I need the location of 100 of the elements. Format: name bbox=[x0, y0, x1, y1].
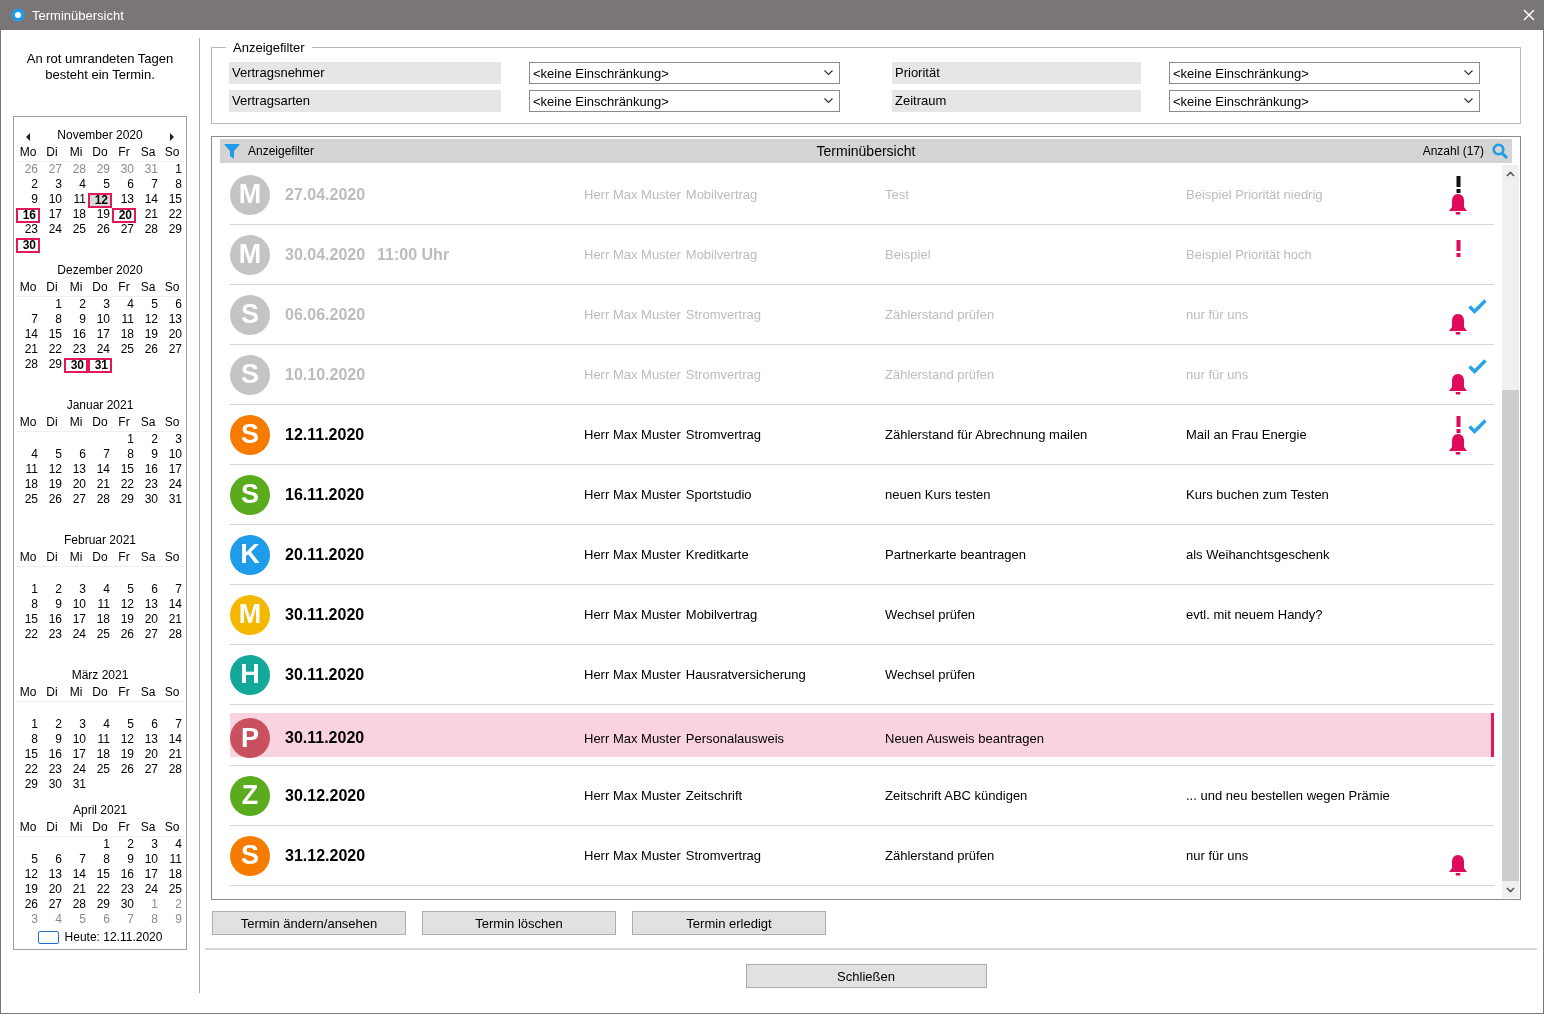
calendar-day[interactable]: 29 bbox=[160, 223, 184, 238]
calendar-day[interactable]: 12 bbox=[88, 193, 112, 208]
calendar-day[interactable]: 31 bbox=[88, 358, 112, 373]
calendar-day[interactable]: 15 bbox=[88, 868, 112, 883]
calendar-day[interactable]: 25 bbox=[16, 493, 40, 508]
calendar-day[interactable]: 7 bbox=[64, 853, 88, 868]
calendar-day[interactable]: 5 bbox=[112, 718, 136, 733]
calendar-day[interactable]: 27 bbox=[64, 493, 88, 508]
calendar-day[interactable]: 21 bbox=[160, 748, 184, 763]
action-button[interactable]: Termin löschen bbox=[422, 911, 616, 935]
calendar-day[interactable]: 10 bbox=[40, 193, 64, 208]
calendar-day[interactable]: 2 bbox=[64, 298, 88, 313]
calendar-day[interactable]: 29 bbox=[112, 493, 136, 508]
calendar-day[interactable]: 1 bbox=[40, 298, 64, 313]
calendar-day[interactable]: 23 bbox=[136, 478, 160, 493]
calendar-day[interactable]: 3 bbox=[88, 298, 112, 313]
calendar-day[interactable]: 11 bbox=[16, 463, 40, 478]
calendar-day[interactable]: 11 bbox=[112, 313, 136, 328]
calendar-day[interactable]: 18 bbox=[88, 748, 112, 763]
calendar-day[interactable]: 26 bbox=[16, 898, 40, 913]
calendar-day[interactable]: 20 bbox=[136, 748, 160, 763]
calendar-day[interactable]: 23 bbox=[112, 883, 136, 898]
calendar-day[interactable]: 4 bbox=[112, 298, 136, 313]
calendar-day[interactable]: 3 bbox=[16, 913, 40, 928]
calendar-day[interactable]: 21 bbox=[160, 613, 184, 628]
calendar-day[interactable]: 28 bbox=[136, 223, 160, 238]
calendar-day[interactable]: 27 bbox=[40, 898, 64, 913]
calendar-day[interactable]: 16 bbox=[136, 463, 160, 478]
calendar-day[interactable]: 5 bbox=[64, 913, 88, 928]
calendar-day[interactable]: 22 bbox=[40, 343, 64, 358]
filter-dropdown[interactable]: <keine Einschränkung> bbox=[529, 62, 840, 84]
calendar-day[interactable]: 20 bbox=[112, 208, 136, 223]
calendar-day[interactable]: 26 bbox=[16, 163, 40, 178]
calendar-day[interactable]: 10 bbox=[88, 313, 112, 328]
calendar-day[interactable]: 23 bbox=[40, 763, 64, 778]
calendar-day[interactable]: 30 bbox=[40, 778, 64, 793]
calendar-day[interactable]: 14 bbox=[136, 193, 160, 208]
calendar-day[interactable]: 9 bbox=[112, 853, 136, 868]
calendar-day[interactable]: 13 bbox=[160, 313, 184, 328]
calendar-day[interactable]: 30 bbox=[112, 898, 136, 913]
calendar-day[interactable]: 11 bbox=[88, 598, 112, 613]
calendar-day[interactable]: 9 bbox=[136, 448, 160, 463]
filter-dropdown[interactable]: <keine Einschränkung> bbox=[1169, 62, 1480, 84]
calendar-day[interactable]: 10 bbox=[64, 733, 88, 748]
calendar-day[interactable]: 8 bbox=[16, 733, 40, 748]
calendar-day[interactable]: 28 bbox=[160, 628, 184, 643]
filter-dropdown[interactable]: <keine Einschränkung> bbox=[529, 90, 840, 112]
calendar-day[interactable]: 25 bbox=[112, 343, 136, 358]
calendar-day[interactable]: 30 bbox=[136, 493, 160, 508]
calendar-day[interactable]: 8 bbox=[88, 853, 112, 868]
calendar-day[interactable]: 2 bbox=[40, 718, 64, 733]
calendar-day[interactable]: 19 bbox=[16, 883, 40, 898]
calendar-day[interactable]: 5 bbox=[112, 583, 136, 598]
calendar-day[interactable]: 3 bbox=[64, 583, 88, 598]
calendar-day[interactable]: 19 bbox=[136, 328, 160, 343]
filter-dropdown[interactable]: <keine Einschränkung> bbox=[1169, 90, 1480, 112]
calendar-day[interactable]: 15 bbox=[16, 613, 40, 628]
calendar-day[interactable]: 2 bbox=[112, 838, 136, 853]
calendar-day[interactable]: 22 bbox=[16, 628, 40, 643]
appointment-row[interactable]: K 20.11.2020 Herr Max Muster Kreditkarte Partnerkarte beantragen als Weihanchtsgeschenk bbox=[230, 525, 1494, 585]
calendar-day[interactable]: 27 bbox=[136, 628, 160, 643]
calendar-day[interactable]: 12 bbox=[40, 463, 64, 478]
calendar-day[interactable]: 20 bbox=[136, 613, 160, 628]
calendar-day[interactable]: 2 bbox=[160, 898, 184, 913]
calendar-day[interactable]: 3 bbox=[64, 718, 88, 733]
calendar-day[interactable]: 28 bbox=[64, 163, 88, 178]
calendar-day[interactable]: 5 bbox=[136, 298, 160, 313]
calendar-day[interactable]: 29 bbox=[88, 163, 112, 178]
calendar-day[interactable]: 31 bbox=[160, 493, 184, 508]
calendar-day[interactable]: 6 bbox=[160, 298, 184, 313]
calendar-day[interactable]: 21 bbox=[88, 478, 112, 493]
calendar-day[interactable]: 10 bbox=[160, 448, 184, 463]
calendar-day[interactable]: 15 bbox=[16, 748, 40, 763]
calendar-day[interactable]: 24 bbox=[88, 343, 112, 358]
calendar-day[interactable]: 17 bbox=[40, 208, 64, 223]
calendar-day[interactable]: 3 bbox=[160, 433, 184, 448]
close-button[interactable]: Schließen bbox=[745, 964, 987, 988]
calendar-day[interactable]: 6 bbox=[64, 448, 88, 463]
calendar-day[interactable]: 24 bbox=[160, 478, 184, 493]
appointment-row[interactable]: S 31.12.2020 Herr Max Muster Stromvertrag Zählerstand prüfen nur für uns bbox=[230, 826, 1494, 886]
calendar-day[interactable]: 4 bbox=[64, 178, 88, 193]
today-label[interactable]: Heute: 12.11.2020 bbox=[64, 930, 163, 944]
appointment-row[interactable]: S 16.11.2020 Herr Max Muster Sportstudio neuen Kurs testen Kurs buchen zum Testen bbox=[230, 465, 1494, 525]
action-button[interactable]: Termin erledigt bbox=[632, 911, 826, 935]
calendar-day[interactable]: 24 bbox=[40, 223, 64, 238]
calendar-day[interactable]: 2 bbox=[40, 583, 64, 598]
calendar-day[interactable]: 30 bbox=[64, 358, 88, 373]
calendar-day[interactable]: 19 bbox=[112, 613, 136, 628]
calendar-day[interactable]: 19 bbox=[40, 478, 64, 493]
calendar-day[interactable]: 23 bbox=[16, 223, 40, 238]
calendar-day[interactable]: 10 bbox=[64, 598, 88, 613]
calendar-day[interactable]: 31 bbox=[136, 163, 160, 178]
calendar-day[interactable]: 13 bbox=[136, 598, 160, 613]
calendar-day[interactable]: 5 bbox=[16, 853, 40, 868]
calendar-day[interactable]: 8 bbox=[112, 448, 136, 463]
calendar-day[interactable]: 9 bbox=[40, 733, 64, 748]
calendar-day[interactable]: 7 bbox=[88, 448, 112, 463]
calendar-day[interactable]: 30 bbox=[16, 238, 40, 253]
calendar-day[interactable]: 1 bbox=[16, 718, 40, 733]
calendar-day[interactable]: 27 bbox=[112, 223, 136, 238]
